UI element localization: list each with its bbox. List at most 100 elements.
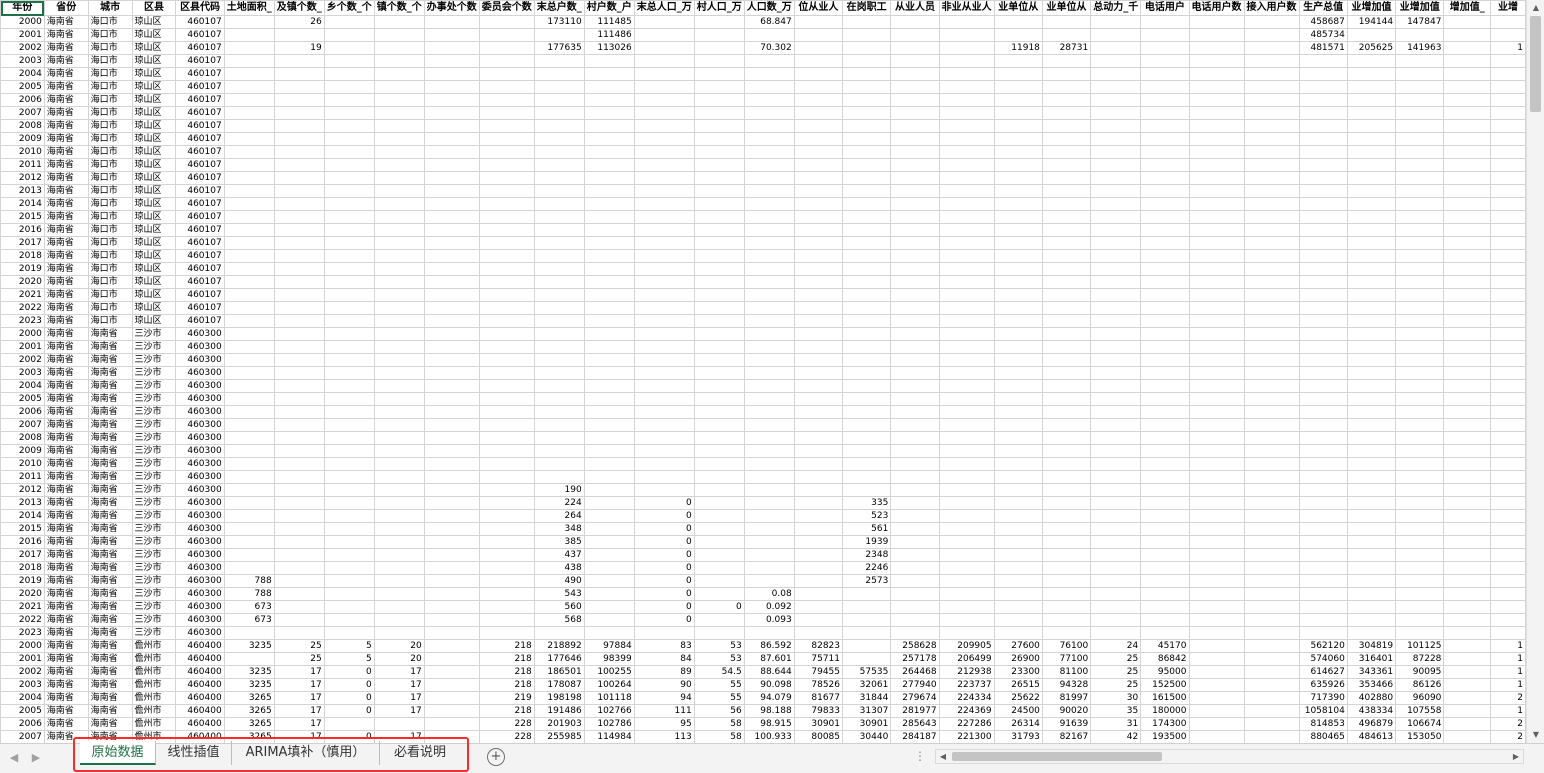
table-cell[interactable]: 海口市 bbox=[87, 67, 133, 81]
table-cell[interactable]: 海南省 bbox=[43, 418, 89, 432]
column-header[interactable]: 人口数_万 bbox=[743, 0, 795, 16]
table-cell[interactable]: 523 bbox=[842, 509, 892, 523]
table-cell[interactable] bbox=[793, 379, 844, 393]
table-cell[interactable] bbox=[223, 457, 275, 471]
table-cell[interactable]: 0.08 bbox=[743, 587, 795, 601]
table-cell[interactable] bbox=[323, 444, 375, 458]
table-cell[interactable]: 海口市 bbox=[87, 158, 133, 172]
table-cell[interactable] bbox=[323, 522, 375, 536]
table-cell[interactable] bbox=[1395, 535, 1445, 549]
table-cell[interactable] bbox=[1346, 444, 1397, 458]
table-cell[interactable] bbox=[223, 366, 275, 380]
table-cell[interactable] bbox=[993, 15, 1043, 29]
table-cell[interactable] bbox=[423, 223, 480, 237]
table-cell[interactable] bbox=[1443, 158, 1492, 172]
table-cell[interactable]: 460107 bbox=[175, 93, 225, 107]
table-cell[interactable] bbox=[890, 158, 940, 172]
table-cell[interactable]: 2573 bbox=[842, 574, 892, 588]
table-cell[interactable] bbox=[842, 28, 892, 42]
table-cell[interactable] bbox=[1395, 67, 1445, 81]
table-cell[interactable]: 儋州市 bbox=[131, 717, 177, 731]
table-cell[interactable] bbox=[1298, 67, 1348, 81]
table-cell[interactable] bbox=[1041, 561, 1092, 575]
table-cell[interactable] bbox=[693, 496, 745, 510]
table-cell[interactable] bbox=[1243, 15, 1300, 29]
scroll-right-icon[interactable]: ▶ bbox=[1510, 751, 1522, 763]
table-cell[interactable] bbox=[373, 119, 425, 133]
table-cell[interactable] bbox=[793, 223, 844, 237]
table-cell[interactable] bbox=[323, 548, 375, 562]
table-cell[interactable] bbox=[583, 275, 635, 289]
table-cell[interactable]: 3235 bbox=[223, 665, 275, 679]
table-cell[interactable] bbox=[1041, 54, 1092, 68]
table-cell[interactable] bbox=[938, 613, 995, 627]
table-cell[interactable]: 三沙市 bbox=[131, 561, 177, 575]
table-cell[interactable]: 1939 bbox=[842, 535, 892, 549]
table-cell[interactable] bbox=[1443, 626, 1492, 640]
table-cell[interactable] bbox=[1188, 652, 1245, 666]
table-cell[interactable] bbox=[423, 249, 480, 263]
table-cell[interactable] bbox=[273, 392, 325, 406]
table-cell[interactable] bbox=[223, 223, 275, 237]
table-cell[interactable] bbox=[993, 314, 1043, 328]
table-cell[interactable] bbox=[323, 431, 375, 445]
table-cell[interactable] bbox=[1346, 574, 1397, 588]
table-cell[interactable]: 460107 bbox=[175, 15, 225, 29]
table-cell[interactable] bbox=[583, 509, 635, 523]
table-cell[interactable] bbox=[890, 106, 940, 120]
table-cell[interactable] bbox=[1041, 236, 1092, 250]
table-cell[interactable] bbox=[938, 67, 995, 81]
table-cell[interactable]: 460107 bbox=[175, 288, 225, 302]
column-header[interactable]: 土地面积_ bbox=[223, 0, 275, 16]
table-cell[interactable] bbox=[1443, 262, 1492, 276]
table-cell[interactable] bbox=[890, 626, 940, 640]
table-cell[interactable]: 海南省 bbox=[43, 535, 89, 549]
column-header[interactable]: 业增加值 bbox=[1395, 0, 1445, 16]
table-cell[interactable] bbox=[583, 496, 635, 510]
table-cell[interactable] bbox=[633, 275, 695, 289]
table-cell[interactable] bbox=[993, 119, 1043, 133]
table-cell[interactable] bbox=[743, 483, 795, 497]
table-cell[interactable] bbox=[1090, 483, 1142, 497]
table-cell[interactable] bbox=[1490, 184, 1526, 198]
table-cell[interactable] bbox=[478, 457, 535, 471]
table-cell[interactable] bbox=[1140, 236, 1190, 250]
table-cell[interactable] bbox=[1140, 93, 1190, 107]
table-cell[interactable]: 81100 bbox=[1041, 665, 1092, 679]
table-cell[interactable]: 2001 bbox=[0, 652, 45, 666]
table-cell[interactable] bbox=[1443, 379, 1492, 393]
table-cell[interactable] bbox=[743, 171, 795, 185]
table-cell[interactable]: 2 bbox=[1490, 717, 1526, 731]
table-cell[interactable]: 460300 bbox=[175, 522, 225, 536]
table-cell[interactable] bbox=[793, 353, 844, 367]
table-cell[interactable] bbox=[1041, 548, 1092, 562]
table-cell[interactable]: 海南省 bbox=[43, 54, 89, 68]
table-cell[interactable] bbox=[1443, 80, 1492, 94]
table-cell[interactable] bbox=[273, 509, 325, 523]
table-cell[interactable] bbox=[1346, 587, 1397, 601]
table-cell[interactable] bbox=[583, 301, 635, 315]
column-header[interactable]: 区县代码 bbox=[175, 0, 225, 16]
table-cell[interactable]: 94.079 bbox=[743, 691, 795, 705]
table-cell[interactable] bbox=[1298, 145, 1348, 159]
table-cell[interactable] bbox=[533, 327, 585, 341]
table-cell[interactable]: 琼山区 bbox=[131, 301, 177, 315]
table-cell[interactable] bbox=[1243, 80, 1300, 94]
table-cell[interactable] bbox=[793, 184, 844, 198]
table-cell[interactable] bbox=[938, 275, 995, 289]
table-cell[interactable] bbox=[273, 587, 325, 601]
table-cell[interactable] bbox=[373, 67, 425, 81]
table-cell[interactable]: 25 bbox=[273, 652, 325, 666]
table-cell[interactable] bbox=[1490, 548, 1526, 562]
table-cell[interactable] bbox=[1443, 496, 1492, 510]
table-cell[interactable] bbox=[223, 262, 275, 276]
table-cell[interactable]: 海南省 bbox=[43, 327, 89, 341]
table-cell[interactable]: 402880 bbox=[1346, 691, 1397, 705]
table-cell[interactable] bbox=[938, 574, 995, 588]
table-cell[interactable] bbox=[993, 626, 1043, 640]
table-cell[interactable] bbox=[938, 431, 995, 445]
table-cell[interactable] bbox=[273, 444, 325, 458]
table-cell[interactable] bbox=[1443, 145, 1492, 159]
table-cell[interactable] bbox=[793, 418, 844, 432]
table-cell[interactable] bbox=[1490, 496, 1526, 510]
